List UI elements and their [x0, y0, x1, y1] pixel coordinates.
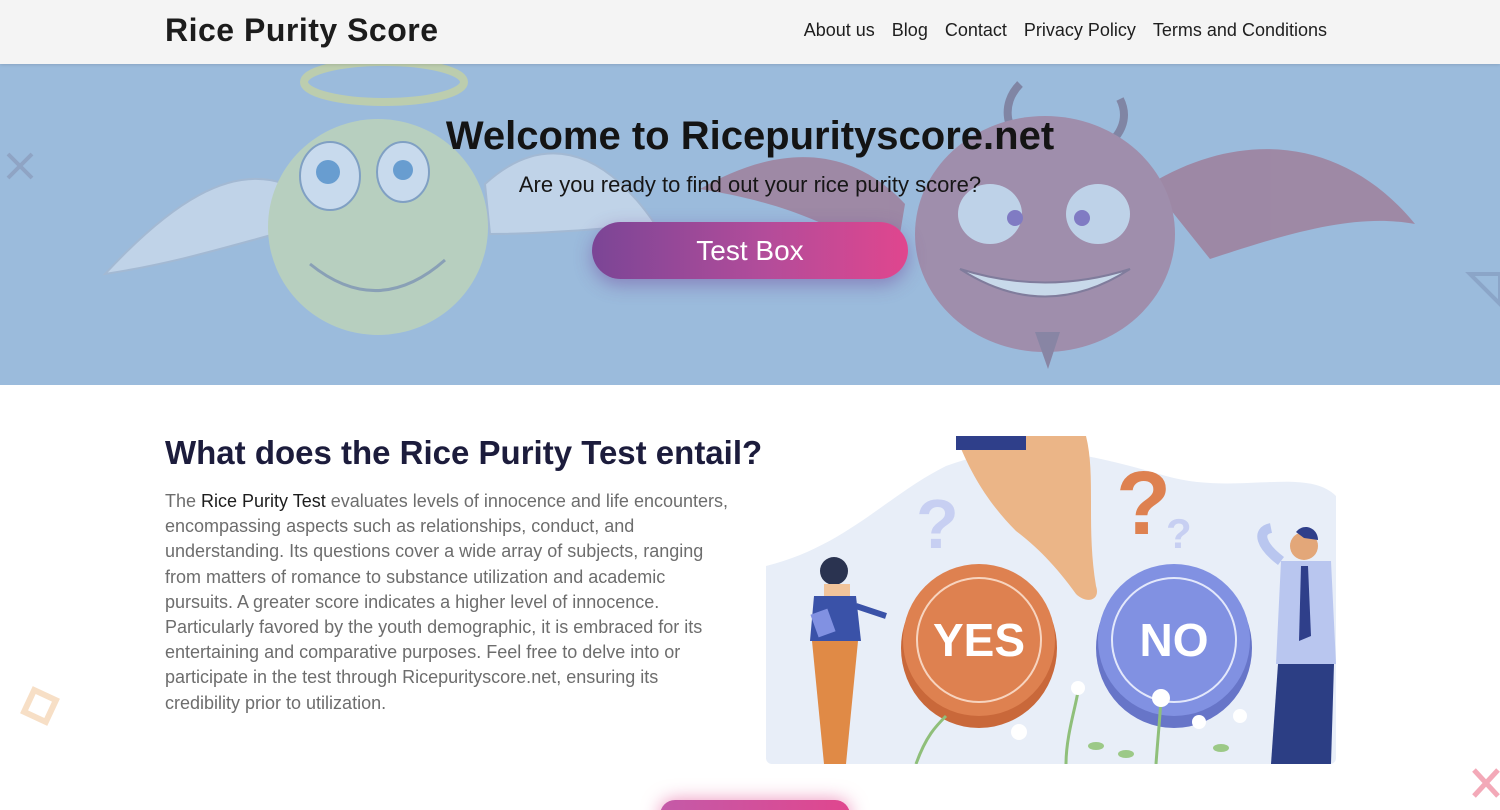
yes-coin-icon[interactable]: YES: [901, 564, 1057, 728]
paragraph-body: evaluates levels of innocence and life e…: [165, 491, 729, 713]
nav-blog[interactable]: Blog: [892, 20, 928, 41]
section-heading: What does the Rice Purity Test entail?: [165, 434, 763, 471]
question-mark-icon: ?: [1116, 454, 1171, 554]
illustration-art: ? ? ? YES NO: [766, 436, 1336, 764]
yes-label: YES: [933, 614, 1025, 666]
no-coin-icon[interactable]: NO: [1096, 564, 1252, 728]
nav-privacy-policy[interactable]: Privacy Policy: [1024, 20, 1136, 41]
no-label: NO: [1140, 614, 1209, 666]
main-nav: About us Blog Contact Privacy Policy Ter…: [804, 20, 1327, 41]
test-box-button[interactable]: Test Box: [592, 222, 908, 279]
paragraph-prefix: The: [165, 491, 202, 511]
question-mark-icon: ?: [1166, 510, 1192, 557]
site-logo[interactable]: Rice Purity Score: [165, 12, 439, 49]
triangle-decoration: [1465, 272, 1500, 307]
cross-decoration-pink: [1472, 768, 1500, 798]
nav-terms-and-conditions[interactable]: Terms and Conditions: [1153, 20, 1327, 41]
angel-emoji-icon: [102, 64, 657, 335]
nav-contact[interactable]: Contact: [945, 20, 1007, 41]
bottom-button-partial[interactable]: [660, 800, 850, 810]
section-paragraph: The Rice Purity Test evaluates levels of…: [165, 489, 730, 716]
hero-subtitle: Are you ready to find out your rice puri…: [518, 172, 982, 197]
nav-about-us[interactable]: About us: [804, 20, 875, 41]
yes-no-illustration: ? ? ? YES NO: [766, 436, 1336, 764]
hero-banner: Welcome to Ricepurityscore.net Are you r…: [0, 64, 1500, 385]
rice-purity-test-link[interactable]: Rice Purity Test: [201, 491, 326, 511]
question-mark-icon: ?: [916, 485, 959, 563]
hero-title: Welcome to Ricepurityscore.net: [445, 114, 1055, 158]
site-header: Rice Purity Score About us Blog Contact …: [0, 0, 1500, 64]
diamond-decoration: [20, 686, 60, 726]
